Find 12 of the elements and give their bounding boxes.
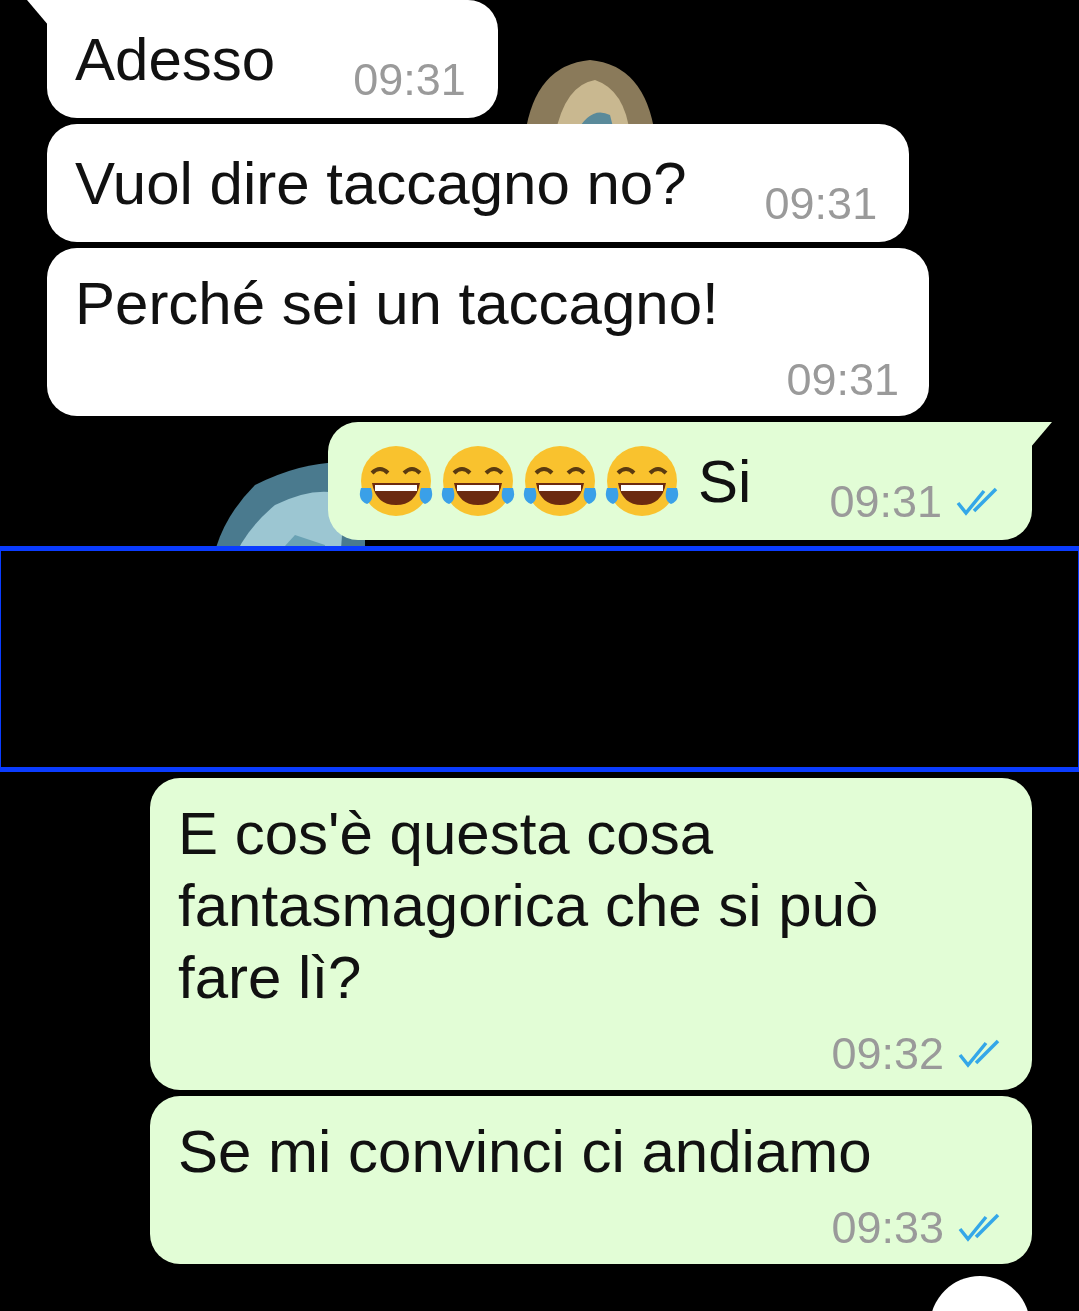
message-time: 09:32 [831,1028,944,1080]
message-time: 09:33 [831,1202,944,1254]
message-time: 09:31 [764,178,878,230]
message-text: Si [698,447,752,517]
message-time: 09:31 [829,476,942,528]
message-text: E cos'è questa cosa fantasmagorica che si può fare lì? [178,799,880,1013]
message-text: Se mi convinci ci andiamo [178,1117,872,1187]
message-text: Adesso [75,25,276,95]
message-text: Vuol dire taccagno no? [75,149,687,219]
message-text: Perché sei un taccagno! [75,269,719,339]
message-time: 09:31 [786,354,899,406]
message-time: 09:31 [353,54,466,106]
